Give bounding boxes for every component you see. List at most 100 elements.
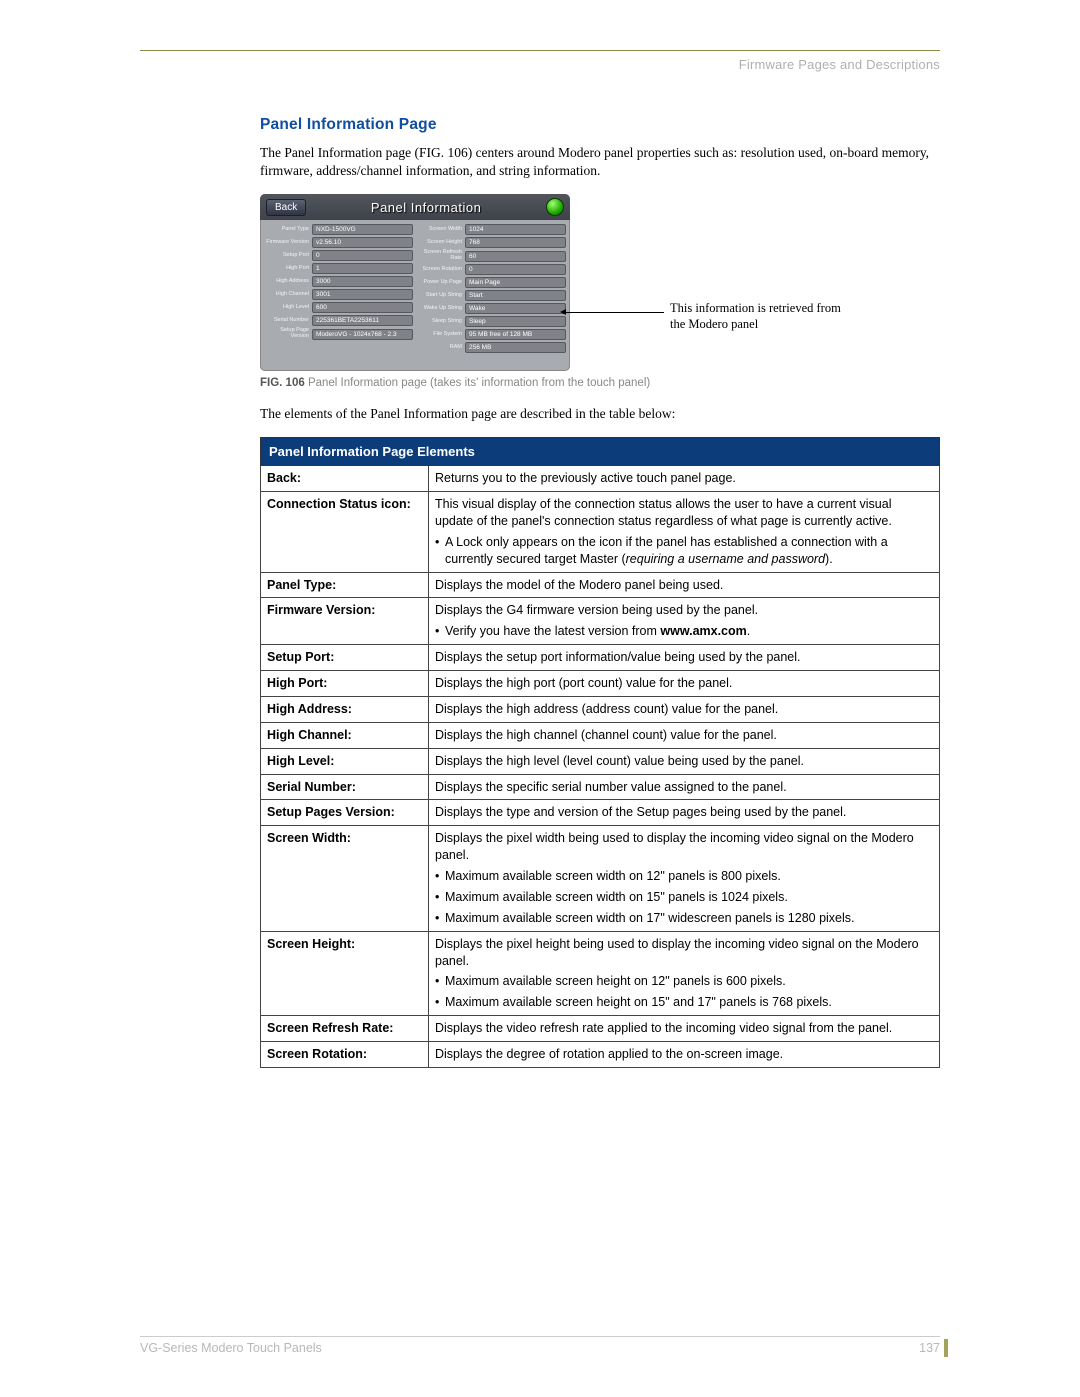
intro-paragraph: The Panel Information page (FIG. 106) ce…: [260, 144, 940, 180]
panel-field-row: High Port1: [264, 263, 413, 274]
row-description: Displays the model of the Modero panel b…: [429, 572, 940, 598]
annotation-text: This information is retrieved from the M…: [670, 301, 900, 332]
panel-field-row: Screen Width1024: [417, 224, 566, 235]
panel-field-row: High Channel3001: [264, 289, 413, 300]
row-label: High Port:: [261, 671, 429, 697]
row-label: Setup Port:: [261, 645, 429, 671]
connection-status-icon: [546, 198, 564, 216]
panel-field-row: Power Up PageMain Page: [417, 277, 566, 288]
row-label: High Level:: [261, 748, 429, 774]
panel-field-value: Wake: [465, 303, 566, 314]
panel-field-value: 3000: [312, 276, 413, 287]
table-row: Screen Height:Displays the pixel height …: [261, 931, 940, 1016]
row-label: Connection Status icon:: [261, 492, 429, 573]
table-row: Setup Port:Displays the setup port infor…: [261, 645, 940, 671]
row-description: Displays the degree of rotation applied …: [429, 1042, 940, 1068]
panel-field-label: High Channel: [264, 292, 312, 298]
row-label: Back:: [261, 466, 429, 492]
panel-field-value: 60: [465, 251, 566, 262]
footer-left: VG-Series Modero Touch Panels: [140, 1341, 322, 1355]
panel-field-label: High Address: [264, 279, 312, 285]
panel-field-label: RAM: [417, 345, 465, 351]
panel-field-value: 0: [312, 250, 413, 261]
panel-field-row: RAM256 MB: [417, 342, 566, 353]
panel-field-row: File System95 MB free of 128 MB: [417, 329, 566, 340]
row-label: Panel Type:: [261, 572, 429, 598]
row-description: Displays the setup port information/valu…: [429, 645, 940, 671]
row-description: Displays the video refresh rate applied …: [429, 1016, 940, 1042]
panel-field-label: High Level: [264, 305, 312, 311]
panel-screenshot: Back Panel Information Panel TypeNXD-150…: [260, 194, 570, 371]
panel-field-label: Setup Port: [264, 253, 312, 259]
panel-field-row: Screen Refresh Rate60: [417, 250, 566, 262]
figure-wrap: Back Panel Information Panel TypeNXD-150…: [260, 194, 940, 371]
table-row: Screen Width:Displays the pixel width be…: [261, 826, 940, 931]
panel-field-label: High Port: [264, 266, 312, 272]
table-row: High Port:Displays the high port (port c…: [261, 671, 940, 697]
row-description: Displays the high address (address count…: [429, 696, 940, 722]
panel-field-value: 0: [465, 264, 566, 275]
running-header: Firmware Pages and Descriptions: [140, 57, 940, 72]
table-header: Panel Information Page Elements: [261, 438, 940, 466]
table-row: Connection Status icon:This visual displ…: [261, 492, 940, 573]
panel-field-value: Sleep: [465, 316, 566, 327]
elements-table: Panel Information Page Elements Back:Ret…: [260, 437, 940, 1068]
panel-field-value: v2.56.10: [312, 237, 413, 248]
panel-field-row: Panel TypeNXD-1500VG: [264, 224, 413, 235]
panel-field-value: 768: [465, 237, 566, 248]
panel-field-label: Sleep String: [417, 319, 465, 325]
page-title: Panel Information Page: [260, 116, 940, 134]
panel-field-row: Serial Number225361BETA2253611: [264, 315, 413, 326]
panel-field-row: High Level600: [264, 302, 413, 313]
panel-field-value: 1024: [465, 224, 566, 235]
panel-field-value: 1: [312, 263, 413, 274]
table-row: Panel Type:Displays the model of the Mod…: [261, 572, 940, 598]
panel-field-row: Setup Page VersionModeroVG - 1024x768 - …: [264, 328, 413, 340]
row-description: This visual display of the connection st…: [429, 492, 940, 573]
row-description: Returns you to the previously active tou…: [429, 466, 940, 492]
table-row: Screen Rotation:Displays the degree of r…: [261, 1042, 940, 1068]
back-button[interactable]: Back: [266, 199, 306, 216]
top-rule: [140, 50, 940, 51]
panel-field-row: Screen Height768: [417, 237, 566, 248]
panel-field-row: Sleep StringSleep: [417, 316, 566, 327]
row-label: Screen Refresh Rate:: [261, 1016, 429, 1042]
panel-field-value: 3001: [312, 289, 413, 300]
row-label: High Address:: [261, 696, 429, 722]
panel-field-row: Wake Up StringWake: [417, 303, 566, 314]
panel-field-label: Screen Width: [417, 227, 465, 233]
panel-field-row: High Address3000: [264, 276, 413, 287]
panel-title: Panel Information: [306, 200, 546, 215]
panel-field-label: File System: [417, 332, 465, 338]
panel-field-label: Start Up String: [417, 293, 465, 299]
panel-field-value: Main Page: [465, 277, 566, 288]
table-row: High Address:Displays the high address (…: [261, 696, 940, 722]
figure-caption: FIG. 106 Panel Information page (takes i…: [260, 377, 940, 389]
table-row: High Level:Displays the high level (leve…: [261, 748, 940, 774]
row-label: Firmware Version:: [261, 598, 429, 645]
table-row: High Channel:Displays the high channel (…: [261, 722, 940, 748]
panel-field-value: 256 MB: [465, 342, 566, 353]
row-description: Displays the type and version of the Set…: [429, 800, 940, 826]
panel-field-label: Panel Type: [264, 227, 312, 233]
row-description: Displays the pixel height being used to …: [429, 931, 940, 1016]
panel-field-value: 225361BETA2253611: [312, 315, 413, 326]
panel-field-label: Wake Up String: [417, 306, 465, 312]
table-row: Firmware Version:Displays the G4 firmwar…: [261, 598, 940, 645]
row-label: Serial Number:: [261, 774, 429, 800]
table-row: Back:Returns you to the previously activ…: [261, 466, 940, 492]
panel-field-value: 600: [312, 302, 413, 313]
row-description: Displays the high channel (channel count…: [429, 722, 940, 748]
page-footer: VG-Series Modero Touch Panels 137: [140, 1336, 940, 1355]
panel-field-label: Screen Refresh Rate: [417, 250, 465, 262]
row-label: Setup Pages Version:: [261, 800, 429, 826]
panel-field-value: 95 MB free of 128 MB: [465, 329, 566, 340]
row-description: Displays the G4 firmware version being u…: [429, 598, 940, 645]
panel-field-row: Setup Port0: [264, 250, 413, 261]
row-label: High Channel:: [261, 722, 429, 748]
row-label: Screen Rotation:: [261, 1042, 429, 1068]
annotation-arrow: [566, 312, 664, 313]
panel-field-row: Firmware Versionv2.56.10: [264, 237, 413, 248]
row-description: Displays the pixel width being used to d…: [429, 826, 940, 931]
panel-field-label: Screen Rotation: [417, 267, 465, 273]
